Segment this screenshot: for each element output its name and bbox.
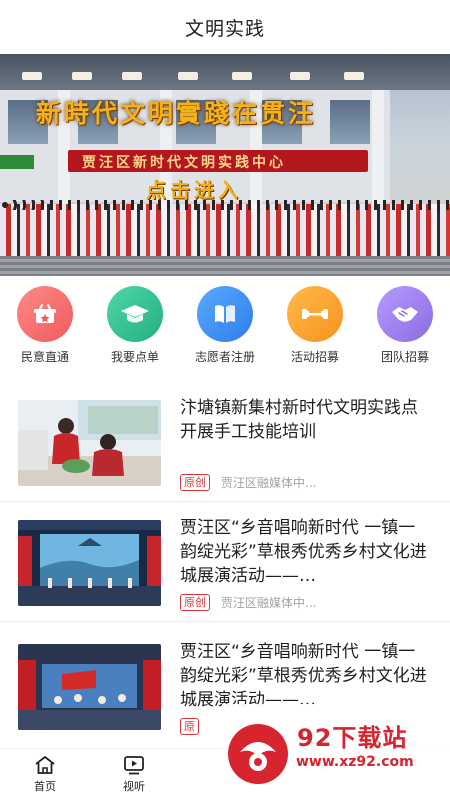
news-title: 汴塘镇新集村新时代文明实践点开展手工技能培训 <box>180 398 418 442</box>
news-title: 贾汪区“乡音唱响新时代 一镇一韵绽光彩”草根秀优秀乡村文化进城展演活动——… <box>180 642 427 710</box>
news-meta: 原 <box>180 718 210 735</box>
play-screen-icon <box>124 756 144 775</box>
news-meta: 原创 贾汪区融媒体中... <box>180 474 316 491</box>
building-sign-text: 贾汪区新时代文明实践中心 <box>82 155 286 171</box>
original-badge: 原创 <box>180 594 210 611</box>
crowd-heads <box>0 200 450 210</box>
news-thumbnail <box>18 520 161 606</box>
news-source: 贾汪区融媒体中... <box>221 596 317 610</box>
top-header: 文明实践 <box>0 0 450 54</box>
stairs <box>0 256 450 276</box>
nav-label: 民意直通 <box>20 350 69 364</box>
nav-item-order[interactable]: 我要点单 <box>97 286 173 366</box>
news-thumbnail <box>18 644 161 730</box>
news-item[interactable]: 汴塘镇新集村新时代文明实践点开展手工技能培训 原创 贾汪区融媒体中... <box>0 382 450 502</box>
building-roof <box>0 54 450 90</box>
news-title: 贾汪区“乡音唱响新时代 一镇一韵绽光彩”草根秀优秀乡村文化进城展演活动——… <box>180 518 427 586</box>
handshake-icon <box>377 286 433 342</box>
nav-label: 志愿者注册 <box>194 350 255 364</box>
tab-home[interactable]: 首页 <box>15 755 75 794</box>
nav-label: 活动招募 <box>290 350 339 364</box>
nav-label: 团队招募 <box>380 350 429 364</box>
nav-item-volunteer-register[interactable]: 志愿者注册 <box>187 286 263 366</box>
quick-nav: 民意直通 我要点单 志愿者注册 活动招募 团队招募 <box>0 286 450 366</box>
news-thumbnail <box>18 400 161 486</box>
tab-video[interactable]: 视听 <box>104 755 164 794</box>
nav-item-activity-recruit[interactable]: 活动招募 <box>277 286 353 366</box>
tab-label: 视听 <box>123 780 145 793</box>
hero-banner[interactable]: 新時代文明實踐在贯汪 贾汪区新时代文明实践中心 点击进入 <box>0 54 450 276</box>
tab-label: 首页 <box>34 780 56 793</box>
original-badge: 原 <box>180 718 199 735</box>
watermark-name: 92下载站 <box>297 724 408 752</box>
book-icon <box>197 286 253 342</box>
original-badge: 原创 <box>180 474 210 491</box>
watermark-url: www.xz92.com <box>296 754 414 770</box>
crowd-image <box>0 204 450 256</box>
basket-icon <box>17 286 73 342</box>
news-item[interactable]: 贾汪区“乡音唱响新时代 一镇一韵绽光彩”草根秀优秀乡村文化进城展演活动——… 原… <box>0 502 450 622</box>
side-sign <box>0 155 34 169</box>
dumbbell-icon <box>287 286 343 342</box>
graduation-cap-icon <box>107 286 163 342</box>
news-source: 贾汪区融媒体中... <box>221 476 317 490</box>
nav-item-opinion[interactable]: 民意直通 <box>7 286 83 366</box>
nav-item-team-recruit[interactable]: 团队招募 <box>367 286 443 366</box>
watermark: 92下载站 www.xz92.com <box>222 704 450 800</box>
home-icon <box>35 756 55 774</box>
nav-label: 我要点单 <box>110 350 159 364</box>
watermark-logo-icon <box>228 724 288 784</box>
banner-enter-link[interactable]: 点击进入 <box>146 174 242 203</box>
page-title: 文明实践 <box>184 17 265 40</box>
news-meta: 原创 贾汪区融媒体中... <box>180 594 316 611</box>
banner-headline: 新時代文明實踐在贯汪 <box>36 99 317 128</box>
